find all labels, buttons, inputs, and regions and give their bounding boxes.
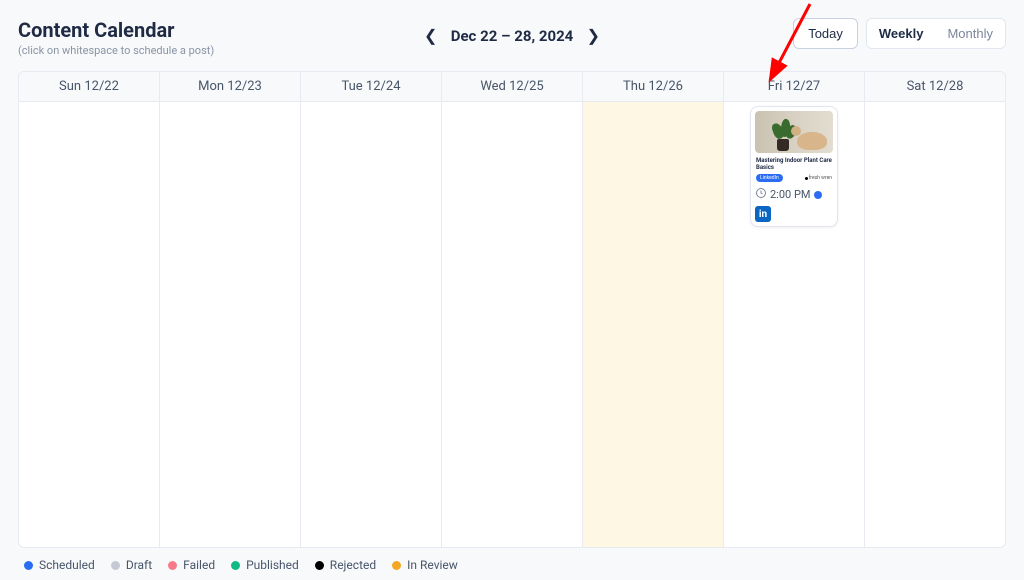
post-title: Mastering Indoor Plant Care Basics (755, 157, 833, 171)
day-header: Fri 12/27 (724, 72, 865, 101)
date-navigator: ❮ Dec 22 – 28, 2024 ❯ (417, 22, 608, 50)
day-header: Sun 12/22 (19, 72, 160, 101)
legend-item: Published (231, 558, 299, 572)
legend-dot (231, 561, 240, 570)
day-column[interactable] (19, 102, 160, 547)
header-left: Content Calendar (click on whitespace to… (18, 18, 214, 57)
header-controls: Today Weekly Monthly (793, 18, 1006, 49)
page-subtitle: (click on whitespace to schedule a post) (18, 44, 214, 57)
post-time: 2:00 PM (770, 188, 810, 201)
legend-dot (315, 561, 324, 570)
legend-label: Scheduled (39, 558, 95, 572)
legend-dot (24, 561, 33, 570)
post-tag: LinkedIn (756, 174, 783, 182)
legend-label: Published (246, 558, 299, 572)
day-columns-row: Mastering Indoor Plant Care Basics Linke… (19, 102, 1005, 547)
day-column[interactable]: Mastering Indoor Plant Care Basics Linke… (724, 102, 865, 547)
view-toggle: Weekly Monthly (866, 18, 1006, 49)
view-monthly-button[interactable]: Monthly (935, 19, 1005, 48)
day-header: Wed 12/25 (442, 72, 583, 101)
day-column[interactable] (583, 102, 724, 547)
day-headers-row: Sun 12/22Mon 12/23Tue 12/24Wed 12/25Thu … (19, 72, 1005, 102)
scheduled-post-card[interactable]: Mastering Indoor Plant Care Basics Linke… (750, 106, 838, 227)
chevron-right-icon: ❯ (587, 26, 600, 46)
post-meta: fresh wren (805, 175, 832, 181)
legend-item: Scheduled (24, 558, 95, 572)
legend-item: In Review (392, 558, 458, 572)
legend-item: Failed (168, 558, 215, 572)
calendar-grid: Sun 12/22Mon 12/23Tue 12/24Wed 12/25Thu … (18, 71, 1006, 548)
day-header: Mon 12/23 (160, 72, 301, 101)
chevron-left-icon: ❮ (424, 26, 437, 46)
status-legend: Scheduled Draft Failed Published Rejected In … (18, 548, 1006, 572)
legend-dot (392, 561, 401, 570)
next-week-button[interactable]: ❯ (579, 22, 607, 50)
day-header: Thu 12/26 (583, 72, 724, 101)
day-column[interactable] (865, 102, 1005, 547)
linkedin-icon: in (755, 206, 771, 222)
legend-dot (111, 561, 120, 570)
day-column[interactable] (301, 102, 442, 547)
status-dot-scheduled (814, 191, 822, 199)
legend-label: Draft (126, 558, 152, 572)
day-header: Tue 12/24 (301, 72, 442, 101)
view-weekly-button[interactable]: Weekly (867, 19, 936, 48)
page-title: Content Calendar (18, 18, 214, 42)
day-column[interactable] (160, 102, 301, 547)
legend-dot (168, 561, 177, 570)
post-thumbnail (755, 111, 833, 153)
day-column[interactable] (442, 102, 583, 547)
legend-label: Rejected (330, 558, 376, 572)
legend-label: In Review (407, 558, 458, 572)
legend-item: Rejected (315, 558, 376, 572)
legend-label: Failed (183, 558, 215, 572)
prev-week-button[interactable]: ❮ (417, 22, 445, 50)
today-button[interactable]: Today (793, 18, 858, 49)
date-range-label: Dec 22 – 28, 2024 (451, 27, 574, 45)
legend-item: Draft (111, 558, 152, 572)
clock-icon (755, 187, 767, 202)
day-header: Sat 12/28 (865, 72, 1005, 101)
